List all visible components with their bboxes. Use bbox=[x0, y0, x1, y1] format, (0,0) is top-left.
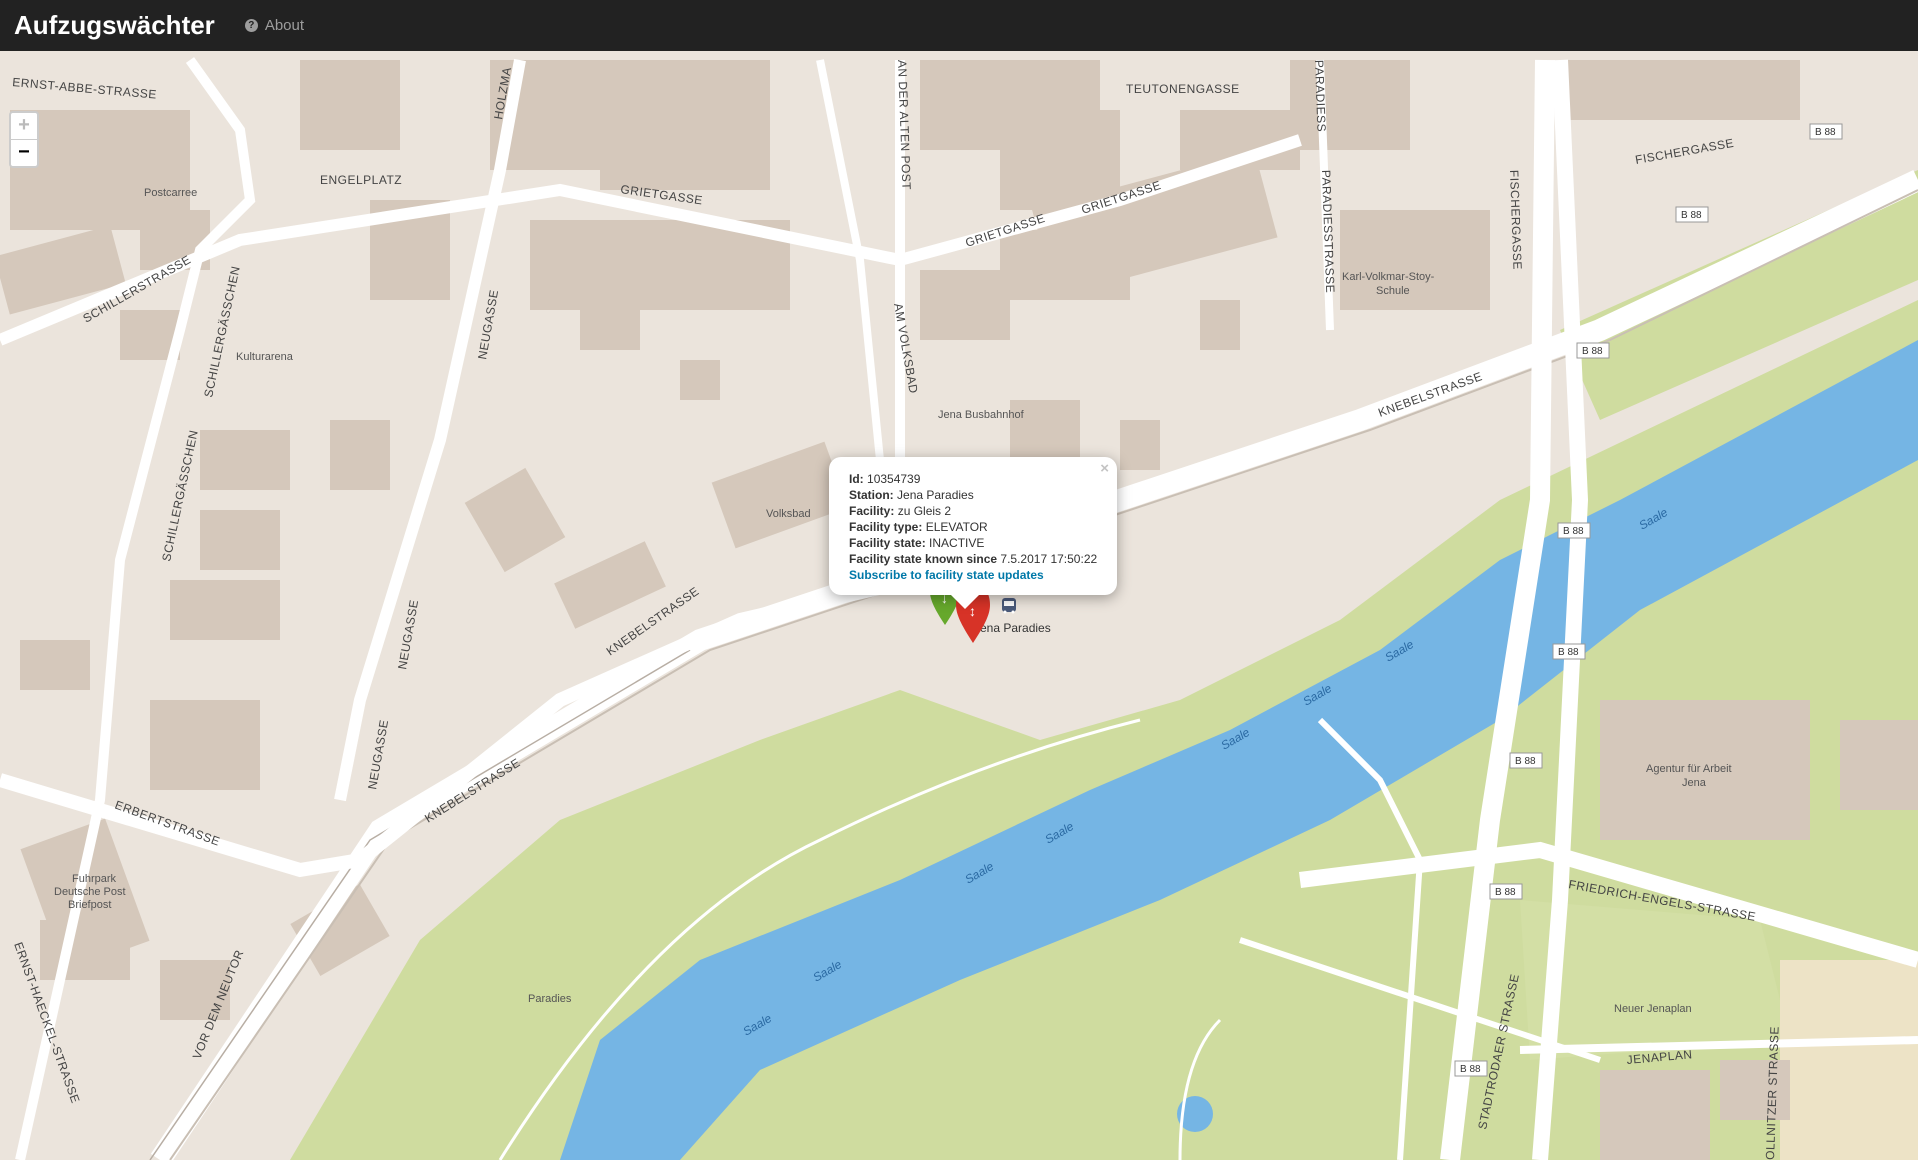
svg-text:Jena: Jena bbox=[1682, 777, 1707, 789]
svg-text:Deutsche Post: Deutsche Post bbox=[54, 886, 126, 898]
svg-text:B 88: B 88 bbox=[1681, 210, 1702, 221]
popup-facility-row: Facility: zu Gleis 2 bbox=[849, 503, 1097, 519]
about-label: About bbox=[264, 17, 305, 34]
popup-id-row: Id: 10354739 bbox=[849, 471, 1097, 487]
svg-text:B 88: B 88 bbox=[1582, 346, 1603, 357]
known-label: Facility state known since bbox=[849, 552, 998, 566]
zoom-in-button[interactable]: + bbox=[11, 113, 37, 140]
question-circle-icon: ? bbox=[244, 19, 258, 32]
svg-text:B 88: B 88 bbox=[1495, 887, 1516, 898]
svg-text:Briefpost: Briefpost bbox=[68, 899, 111, 911]
type-label: Facility type: bbox=[849, 520, 923, 534]
zoom-control: + − bbox=[9, 111, 39, 168]
svg-text:PARADIESS: PARADIESS bbox=[1312, 60, 1329, 133]
svg-text:Paradies: Paradies bbox=[528, 993, 572, 1005]
popup-state-row: Facility state: INACTIVE bbox=[849, 535, 1097, 551]
svg-text:Agentur für Arbeit: Agentur für Arbeit bbox=[1646, 763, 1732, 775]
svg-text:Schule: Schule bbox=[1376, 285, 1410, 297]
svg-text:Kulturarena: Kulturarena bbox=[236, 351, 294, 363]
state-label: Facility state: bbox=[849, 536, 926, 550]
popup-known-row: Facility state known since 7.5.2017 17:5… bbox=[849, 551, 1097, 567]
bus-stop-icon bbox=[1002, 598, 1016, 614]
type-value: ELEVATOR bbox=[925, 520, 988, 534]
svg-text:ENGELPLATZ: ENGELPLATZ bbox=[320, 173, 402, 187]
zoom-out-button[interactable]: − bbox=[11, 140, 37, 166]
svg-text:Neuer Jenaplan: Neuer Jenaplan bbox=[1614, 1003, 1692, 1015]
facility-popup: × Id: 10354739 Station: Jena Paradies Fa… bbox=[829, 457, 1117, 595]
known-value: 7.5.2017 17:50:22 bbox=[1000, 552, 1098, 566]
svg-text:Postcarree: Postcarree bbox=[144, 187, 197, 199]
state-value: INACTIVE bbox=[929, 536, 985, 550]
svg-text:Karl-Volkmar-Stoy-: Karl-Volkmar-Stoy- bbox=[1342, 271, 1435, 283]
subscribe-link[interactable]: Subscribe to facility state updates bbox=[849, 568, 1044, 582]
svg-text:Fuhrpark: Fuhrpark bbox=[72, 873, 117, 885]
svg-text:B 88: B 88 bbox=[1460, 1064, 1481, 1075]
about-link[interactable]: ? About bbox=[244, 17, 305, 34]
popup-tip bbox=[951, 595, 979, 609]
svg-text:B 88: B 88 bbox=[1815, 127, 1836, 138]
facility-label: Facility: bbox=[849, 504, 895, 518]
svg-text:Volksbad: Volksbad bbox=[766, 508, 811, 520]
station-value: Jena Paradies bbox=[897, 488, 974, 502]
svg-text:B 88: B 88 bbox=[1558, 647, 1579, 658]
facility-value: zu Gleis 2 bbox=[897, 504, 952, 518]
station-map-label: Jena Paradies bbox=[974, 621, 1051, 635]
id-value: 10354739 bbox=[867, 472, 921, 486]
brand-title[interactable]: Aufzugswächter bbox=[14, 10, 215, 41]
navbar: Aufzugswächter ? About bbox=[0, 0, 1918, 51]
id-label: Id: bbox=[849, 472, 864, 486]
svg-text:Jena Busbahnhof: Jena Busbahnhof bbox=[938, 409, 1025, 421]
popup-close-button[interactable]: × bbox=[1100, 461, 1109, 477]
popup-type-row: Facility type: ELEVATOR bbox=[849, 519, 1097, 535]
svg-text:B 88: B 88 bbox=[1515, 756, 1536, 767]
svg-text:B 88: B 88 bbox=[1563, 526, 1584, 537]
svg-text:TEUTONENGASSE: TEUTONENGASSE bbox=[1126, 82, 1240, 96]
popup-station-row: Station: Jena Paradies bbox=[849, 487, 1097, 503]
station-label: Station: bbox=[849, 488, 894, 502]
